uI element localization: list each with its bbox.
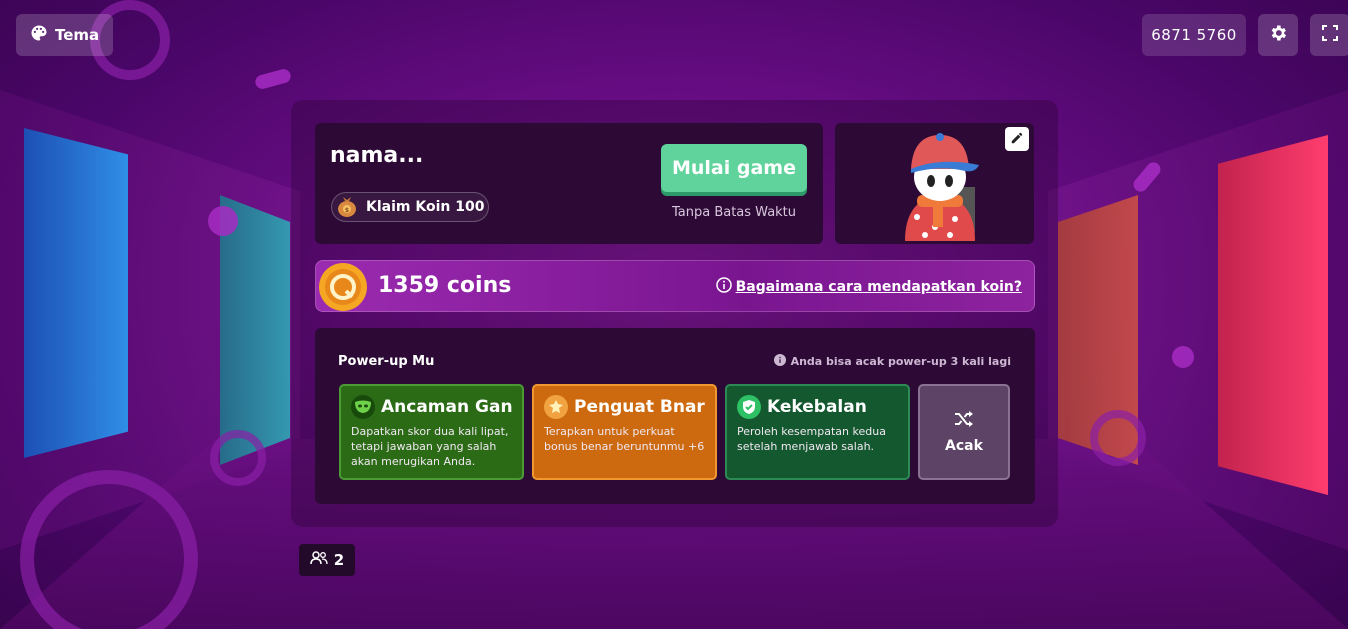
shuffle-note-text: Anda bisa acak power-up 3 kali lagi (790, 355, 1011, 368)
coins-help-link[interactable]: Bagaimana cara mendapatkan koin? (715, 277, 1022, 297)
red-door (1218, 135, 1328, 495)
start-game-button[interactable]: Mulai game (661, 144, 807, 192)
theme-button[interactable]: Tema (16, 14, 114, 56)
users-icon (310, 551, 328, 569)
powerups-title: Power-up Mu (338, 354, 435, 369)
money-bag-icon: $ (334, 192, 360, 222)
powerup-title: Penguat Bnar ... (574, 397, 705, 417)
decor-ring (1090, 410, 1146, 466)
powerup-title: Ancaman Gan... (381, 397, 512, 417)
players-count: 2 (333, 551, 345, 569)
teal-door (220, 195, 290, 465)
coins-count: 1359 coins (378, 273, 512, 298)
blue-door (24, 128, 128, 458)
decor-ring (210, 430, 266, 486)
info-icon (773, 354, 786, 369)
shield-icon (737, 395, 761, 419)
powerups-card: Power-up Mu Anda bisa acak power-up 3 ka… (315, 328, 1035, 504)
powerup-desc: Peroleh kesempatan kedua setelah menjawa… (737, 425, 886, 453)
info-icon (715, 277, 732, 297)
decor-blob (208, 206, 238, 236)
claim-coins-button[interactable]: $ Klaim Koin 100 (331, 192, 489, 222)
powerup-card-double-jeopardy[interactable]: Ancaman Gan... Dapatkan skor dua kali li… (339, 384, 524, 480)
theme-label: Tema (55, 26, 100, 44)
shuffle-button[interactable]: Acak (918, 384, 1010, 480)
shuffle-label: Acak (945, 438, 983, 454)
svg-text:$: $ (345, 207, 349, 214)
powerup-card-immunity[interactable]: Kekebalan Peroleh kesempatan kedua setel… (725, 384, 910, 480)
edit-avatar-button[interactable] (1005, 127, 1029, 151)
claim-label: Klaim Koin 100 (366, 199, 485, 215)
time-limit-label: Tanpa Batas Waktu (671, 205, 797, 220)
pencil-icon (1010, 130, 1024, 149)
powerup-desc: Terapkan untuk perkuat bonus benar berun… (544, 425, 705, 453)
profile-card: nama... $ Klaim Koin 100 Mulai game Tanp… (315, 123, 823, 244)
badge-icon (544, 395, 568, 419)
fullscreen-icon (1322, 25, 1338, 45)
player-name[interactable]: nama... (330, 143, 423, 168)
powerup-card-streak-booster[interactable]: Penguat Bnar ... Terapkan untuk perkuat … (532, 384, 717, 480)
shuffle-icon (954, 410, 974, 432)
coins-help-label: Bagaimana cara mendapatkan koin? (735, 279, 1022, 295)
players-count-badge[interactable]: 2 (299, 544, 355, 576)
avatar[interactable] (895, 129, 985, 241)
palette-icon (30, 24, 48, 46)
coin-icon (318, 262, 368, 316)
shuffle-note: Anda bisa acak power-up 3 kali lagi (773, 354, 1011, 369)
avatar-card (835, 123, 1034, 244)
mask-icon (351, 395, 375, 419)
decor-blob (1172, 346, 1194, 368)
game-code: 6871 5760 (1142, 14, 1246, 56)
powerup-desc: Dapatkan skor dua kali lipat, tetapi jaw… (351, 425, 509, 468)
gear-icon (1268, 23, 1288, 47)
settings-button[interactable] (1258, 14, 1298, 56)
coins-bar: 1359 coins Bagaimana cara mendapatkan ko… (315, 260, 1035, 312)
powerup-title: Kekebalan (767, 397, 867, 417)
decor-blob (253, 67, 293, 91)
fullscreen-button[interactable] (1310, 14, 1348, 56)
